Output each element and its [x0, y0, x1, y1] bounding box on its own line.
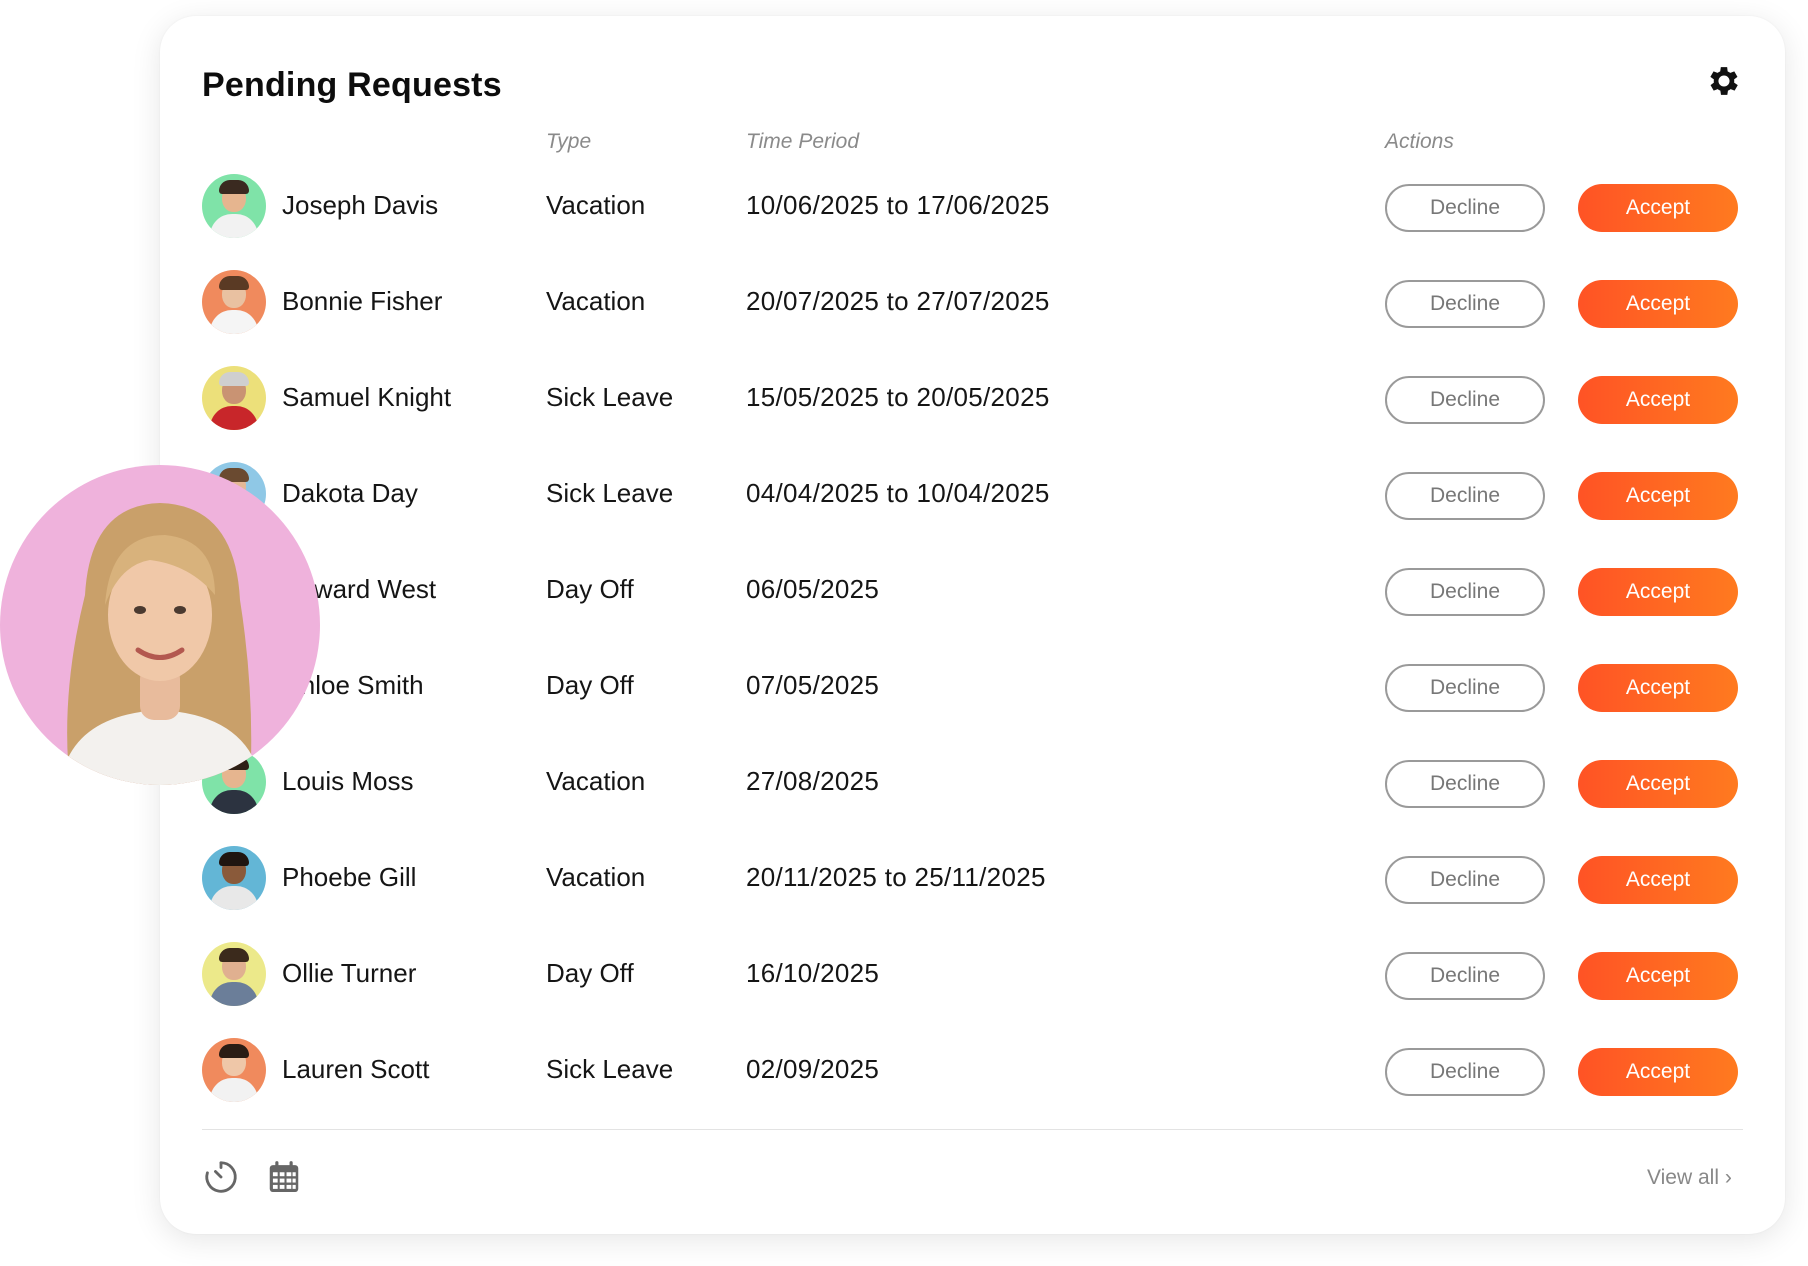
- featured-user-photo: [0, 465, 320, 785]
- employee-name: Ollie Turner: [282, 958, 417, 988]
- request-type: Vacation: [546, 766, 646, 796]
- request-type: Sick Leave: [546, 478, 674, 508]
- featured-user-portrait: [60, 503, 262, 785]
- employee-name: Lauren Scott: [282, 1054, 430, 1084]
- table-row: Louis Moss Vacation 27/08/2025 Decline Accep…: [160, 750, 1785, 846]
- avatar-hair: [219, 180, 249, 194]
- decline-button[interactable]: Decline: [1385, 472, 1545, 520]
- employee-name: Bonnie Fisher: [282, 286, 443, 316]
- table-row: Joseph Davis Vacation 10/06/2025 to 17/06/…: [160, 174, 1785, 270]
- decline-button[interactable]: Decline: [1385, 184, 1545, 232]
- table-row: Phoebe Gill Vacation 20/11/2025 to 25/11/2…: [160, 846, 1785, 942]
- avatar-hair: [219, 276, 249, 290]
- avatar: [202, 942, 266, 1006]
- decline-button[interactable]: Decline: [1385, 1048, 1545, 1096]
- avatar: [202, 174, 266, 238]
- employee-name: Joseph Davis: [282, 190, 439, 220]
- employee-name: Samuel Knight: [282, 382, 452, 412]
- accept-button[interactable]: Accept: [1578, 760, 1738, 808]
- avatar-hair: [219, 852, 249, 866]
- time-period: 20/07/2025 to 27/07/2025: [746, 286, 1050, 316]
- request-type: Vacation: [546, 190, 646, 220]
- accept-button[interactable]: Accept: [1578, 952, 1738, 1000]
- decline-button[interactable]: Decline: [1385, 952, 1545, 1000]
- column-header-time-period: Time Period: [746, 130, 860, 153]
- table-row: Edward West Day Off 06/05/2025 Decline Accep…: [160, 558, 1785, 654]
- avatar-body: [210, 406, 258, 430]
- decline-button[interactable]: Decline: [1385, 760, 1545, 808]
- time-period: 02/09/2025: [746, 1054, 880, 1084]
- avatar: [202, 1038, 266, 1102]
- view-all-link[interactable]: View all ›: [1647, 1166, 1732, 1190]
- avatar-hair: [219, 372, 249, 386]
- page-title: Pending Requests: [202, 66, 502, 104]
- accept-button[interactable]: Accept: [1578, 664, 1738, 712]
- avatar-body: [210, 214, 258, 238]
- time-period: 20/11/2025 to 25/11/2025: [746, 862, 1046, 892]
- time-period: 16/10/2025: [746, 958, 880, 988]
- request-type: Vacation: [546, 286, 646, 316]
- accept-button[interactable]: Accept: [1578, 376, 1738, 424]
- decline-button[interactable]: Decline: [1385, 568, 1545, 616]
- time-period: 27/08/2025: [746, 766, 880, 796]
- decline-button[interactable]: Decline: [1385, 664, 1545, 712]
- footer-divider: [202, 1129, 1743, 1130]
- time-period: 06/05/2025: [746, 574, 880, 604]
- table-row: Dakota Day Sick Leave 04/04/2025 to 10/04/…: [160, 462, 1785, 558]
- employee-name: Dakota Day: [282, 478, 418, 508]
- decline-button[interactable]: Decline: [1385, 856, 1545, 904]
- avatar-body: [210, 982, 258, 1006]
- avatar-hair: [219, 1044, 249, 1058]
- column-header-actions: Actions: [1385, 130, 1454, 153]
- avatar-body: [210, 886, 258, 910]
- avatar-body: [210, 1078, 258, 1102]
- avatar-hair: [219, 948, 249, 962]
- request-type: Day Off: [546, 958, 634, 988]
- table-row: Chloe Smith Day Off 07/05/2025 Decline Accep…: [160, 654, 1785, 750]
- column-header-type: Type: [546, 130, 592, 153]
- accept-button[interactable]: Accept: [1578, 856, 1738, 904]
- calendar-icon[interactable]: [265, 1158, 303, 1196]
- avatar: [202, 270, 266, 334]
- request-type: Day Off: [546, 574, 634, 604]
- request-type: Day Off: [546, 670, 634, 700]
- request-type: Vacation: [546, 862, 646, 892]
- table-row: Samuel Knight Sick Leave 15/05/2025 to 20/…: [160, 366, 1785, 462]
- employee-name: Louis Moss: [282, 766, 414, 796]
- avatar: [202, 366, 266, 430]
- pending-requests-card: Pending Requests Type Time Period Action…: [160, 16, 1785, 1234]
- request-type: Sick Leave: [546, 1054, 674, 1084]
- request-type: Sick Leave: [546, 382, 674, 412]
- time-period: 15/05/2025 to 20/05/2025: [746, 382, 1050, 412]
- stopwatch-icon[interactable]: [202, 1158, 240, 1196]
- time-period: 10/06/2025 to 17/06/2025: [746, 190, 1050, 220]
- gear-icon[interactable]: [1705, 62, 1743, 100]
- accept-button[interactable]: Accept: [1578, 1048, 1738, 1096]
- decline-button[interactable]: Decline: [1385, 280, 1545, 328]
- time-period: 07/05/2025: [746, 670, 880, 700]
- table-row: Lauren Scott Sick Leave 02/09/2025 Decline A…: [160, 1038, 1785, 1134]
- table-row: Ollie Turner Day Off 16/10/2025 Decline Acce…: [160, 942, 1785, 1038]
- accept-button[interactable]: Accept: [1578, 568, 1738, 616]
- employee-name: Phoebe Gill: [282, 862, 417, 892]
- avatar-body: [210, 790, 258, 814]
- accept-button[interactable]: Accept: [1578, 184, 1738, 232]
- avatar-body: [210, 310, 258, 334]
- time-period: 04/04/2025 to 10/04/2025: [746, 478, 1050, 508]
- table-row: Bonnie Fisher Vacation 20/07/2025 to 27/07…: [160, 270, 1785, 366]
- decline-button[interactable]: Decline: [1385, 376, 1545, 424]
- accept-button[interactable]: Accept: [1578, 472, 1738, 520]
- avatar: [202, 846, 266, 910]
- accept-button[interactable]: Accept: [1578, 280, 1738, 328]
